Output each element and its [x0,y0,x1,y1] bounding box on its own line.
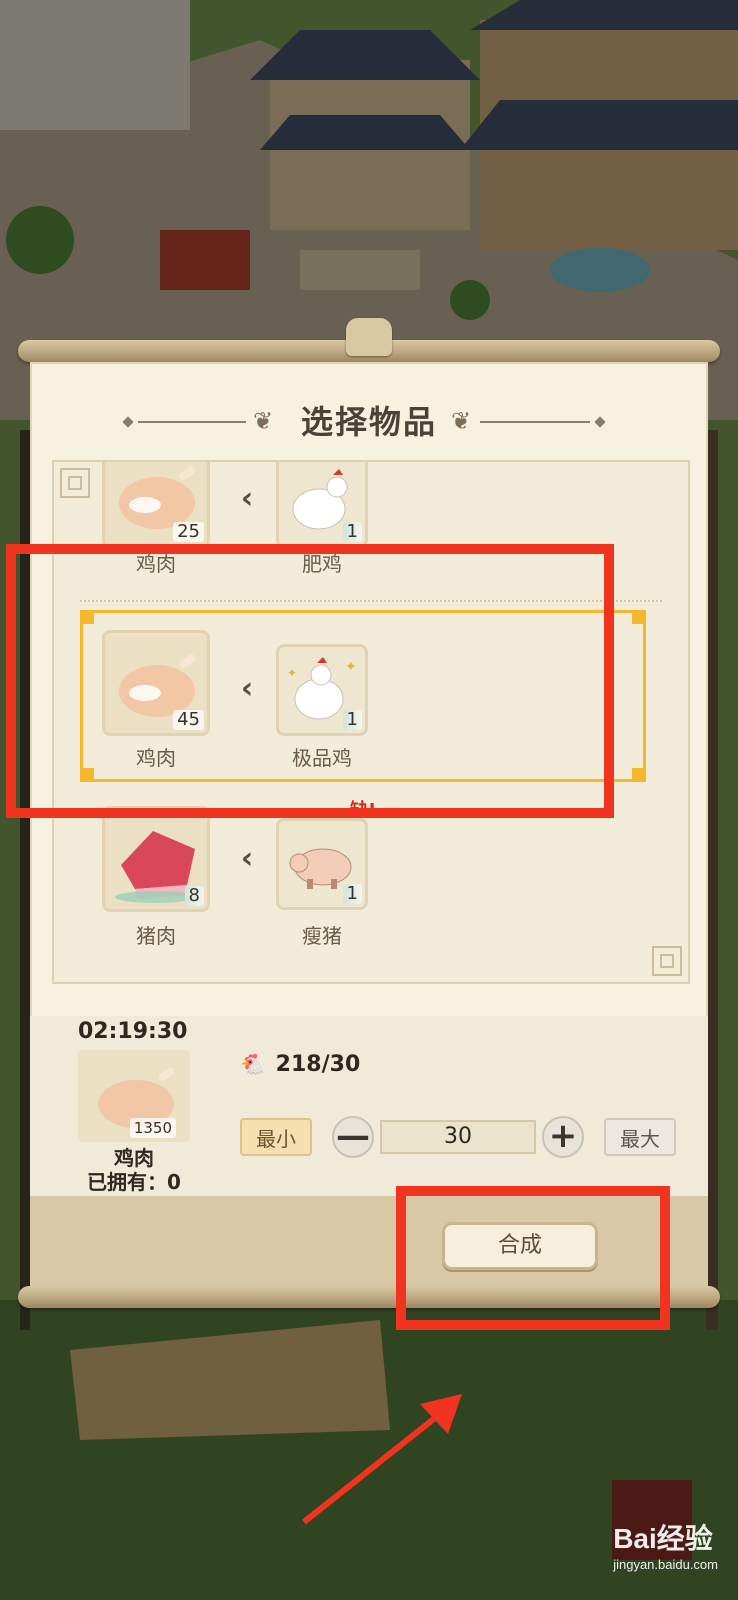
chevron-left-icon: ‹ [240,841,254,876]
input-item-slot: 1 [276,818,368,910]
chevron-left-icon: ‹ [240,481,254,516]
increment-button[interactable]: + [542,1116,584,1158]
quantity-field[interactable]: 30 [380,1120,536,1154]
output-count: 25 [173,522,204,542]
watermark-url: jingyan.baidu.com [613,1557,718,1572]
craft-timer: 02:19:30 [78,1019,188,1044]
selected-item-slot: 1350 [78,1050,190,1142]
input-item-slot: 1 [276,462,368,548]
select-item-dialog: ❦ 选择物品 ❦ 25 ‹ 1 鸡肉 肥鸡 45 ‹ ✦ ✦ 1 鸡肉 极品鸡 … [30,362,708,1308]
decrement-button[interactable]: — [332,1116,374,1158]
chicken-icon: 🐔 [240,1052,265,1076]
recipe-row[interactable]: 8 ‹ 1 缺! 猪肉 瘦猪 [54,796,688,966]
output-item-slot: 8 [102,806,210,912]
baidu-watermark: Bai经验 jingyan.baidu.com [613,1517,718,1572]
min-quantity-button[interactable]: 最小 [240,1118,312,1156]
scroll-knot-ornament [346,318,392,356]
craft-detail-area: 02:19:30 1350 鸡肉 已拥有：0 🐔 218/30 最小 — 30 … [30,1016,708,1196]
owned-count: 已拥有：0 [87,1170,181,1194]
input-count: 1 [342,522,362,542]
output-item-slot: 25 [102,462,210,548]
input-name: 瘦猪 [302,924,342,948]
watermark-brand: Bai经验 [613,1523,713,1554]
max-quantity-button[interactable]: 最大 [604,1118,676,1156]
input-count: 1 [342,884,362,904]
annotation-box-recipe [6,544,614,818]
title-right-swirl-icon: ❦ [450,407,472,435]
dialog-header: ❦ 选择物品 ❦ [30,402,708,442]
annotation-box-craft [396,1186,670,1330]
title-right-line [480,421,590,423]
output-name: 猪肉 [136,924,176,948]
selected-item-count: 1350 [129,1118,176,1138]
output-count: 8 [184,886,204,906]
dialog-title: 选择物品 [300,403,437,441]
requirement-value: 218/30 [275,1052,361,1077]
material-requirement: 🐔 218/30 [240,1052,360,1077]
annotation-arrow-icon [302,1394,462,1525]
